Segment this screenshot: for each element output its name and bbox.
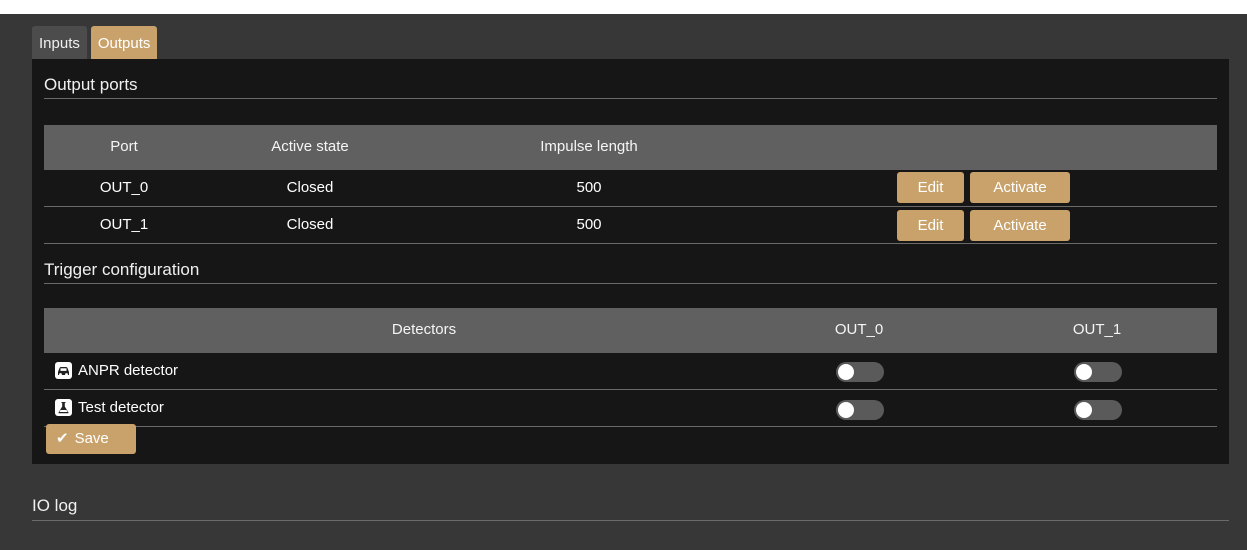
detector-name: ANPR detector	[78, 362, 179, 379]
toggle-out-1[interactable]	[1074, 400, 1122, 420]
output-port-row: OUT_0 Closed 500 Edit Activate	[44, 170, 1217, 207]
header-detectors: Detectors	[391, 321, 457, 338]
flask-icon	[55, 399, 72, 416]
toggle-knob	[838, 364, 854, 380]
check-icon: ✔	[56, 430, 69, 447]
toggle-knob	[1076, 364, 1092, 380]
toggle-out-0[interactable]	[836, 362, 884, 382]
toggle-knob	[1076, 402, 1092, 418]
outputs-panel: Output ports Port Active state Impulse l…	[32, 59, 1229, 464]
detector-row: ANPR detector	[44, 353, 1217, 390]
car-icon	[55, 362, 72, 379]
impulse-length-cell: 500	[576, 179, 602, 196]
header-out-0: OUT_0	[834, 321, 884, 338]
toggle-knob	[838, 402, 854, 418]
trigger-configuration-title: Trigger configuration	[44, 260, 1217, 284]
output-ports-title: Output ports	[44, 75, 1217, 99]
tab-inputs[interactable]: Inputs	[32, 26, 87, 59]
detector-label: ANPR detector	[55, 362, 178, 379]
header-active-state: Active state	[271, 138, 349, 155]
tab-outputs[interactable]: Outputs	[90, 26, 158, 59]
tab-bar: Inputs Outputs	[32, 26, 158, 59]
port-cell: OUT_0	[99, 179, 149, 196]
trigger-config-header: Detectors OUT_0 OUT_1	[44, 308, 1217, 353]
activate-button[interactable]: Activate	[970, 172, 1070, 203]
header-port: Port	[110, 138, 138, 155]
detector-row: Test detector	[44, 390, 1217, 427]
impulse-length-cell: 500	[576, 216, 602, 233]
port-cell: OUT_1	[99, 216, 149, 233]
active-state-cell: Closed	[286, 216, 334, 233]
activate-button[interactable]: Activate	[970, 210, 1070, 241]
toggle-out-1[interactable]	[1074, 362, 1122, 382]
detector-label: Test detector	[55, 399, 164, 416]
toggle-out-0[interactable]	[836, 400, 884, 420]
output-port-row: OUT_1 Closed 500 Edit Activate	[44, 207, 1217, 244]
edit-button[interactable]: Edit	[897, 172, 964, 203]
io-log-title: IO log	[32, 496, 1229, 521]
save-label: Save	[74, 430, 109, 447]
io-settings-app: Inputs Outputs Output ports Port Active …	[0, 14, 1247, 550]
output-ports-header: Port Active state Impulse length	[44, 125, 1217, 170]
save-button[interactable]: ✔ Save	[46, 424, 136, 454]
header-impulse-length: Impulse length	[540, 138, 638, 155]
edit-button[interactable]: Edit	[897, 210, 964, 241]
active-state-cell: Closed	[286, 179, 334, 196]
detector-name: Test detector	[78, 399, 164, 416]
header-out-1: OUT_1	[1072, 321, 1122, 338]
